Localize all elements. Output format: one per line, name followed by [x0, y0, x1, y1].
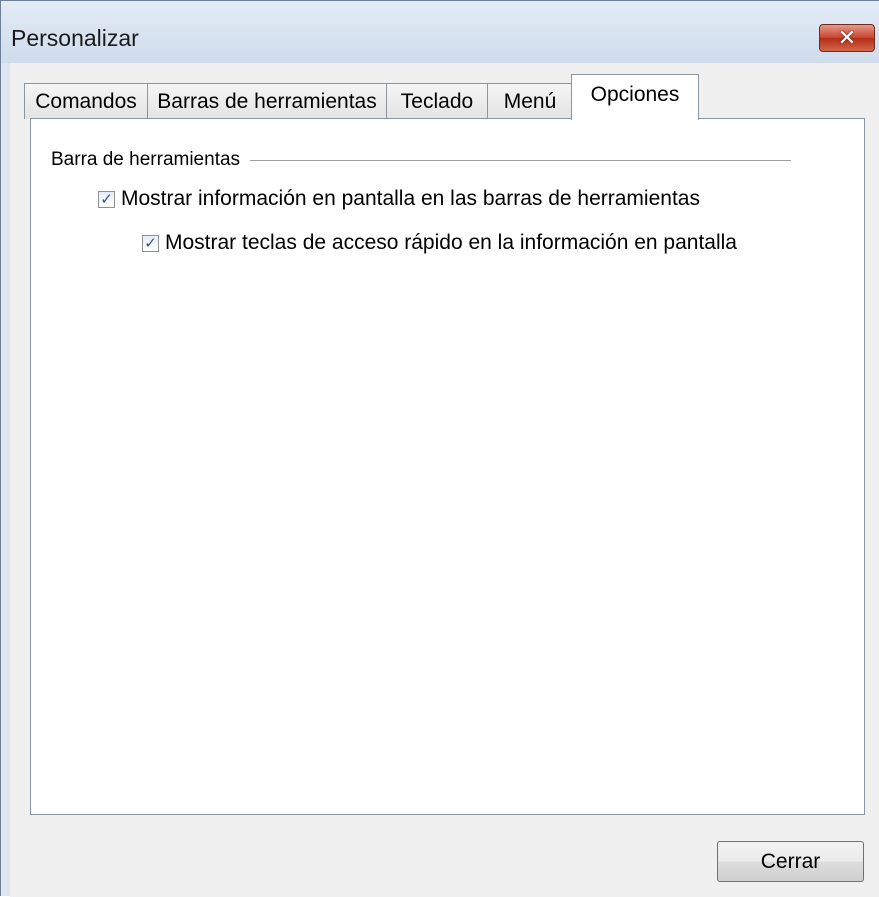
show-shortcut-keys-checkbox[interactable]: ✓	[142, 234, 159, 252]
group-title: Barra de herramientas	[51, 149, 251, 171]
tab-opciones[interactable]: Opciones	[571, 74, 699, 120]
show-tooltips-checkbox[interactable]: ✓	[98, 190, 115, 208]
show-tooltips-option[interactable]: ✓ Mostrar información en pantalla en las…	[98, 187, 700, 211]
show-shortcut-keys-option[interactable]: ✓ Mostrar teclas de acceso rápido en la …	[142, 231, 737, 255]
close-dialog-label: Cerrar	[760, 849, 821, 873]
close-button[interactable]: ✕	[819, 24, 875, 52]
checkmark-icon: ✓	[100, 190, 113, 208]
close-dialog-button[interactable]: Cerrar	[717, 841, 864, 882]
tab-barras-de-herramientas[interactable]: Barras de herramientas	[147, 83, 387, 119]
options-panel: Barra de herramientas ✓ Mostrar informac…	[30, 118, 865, 815]
tab-label: Comandos	[35, 89, 137, 113]
tab-teclado[interactable]: Teclado	[386, 83, 488, 119]
title-bar[interactable]: Personalizar ✕	[1, 1, 879, 63]
tab-label: Menú	[503, 89, 557, 113]
tab-label: Teclado	[400, 89, 474, 113]
customize-dialog: Personalizar ✕ Comandos Barras de herram…	[0, 0, 879, 897]
checkmark-icon: ✓	[144, 234, 157, 252]
show-shortcut-keys-label: Mostrar teclas de acceso rápido en la in…	[165, 231, 737, 254]
window-title: Personalizar	[11, 25, 139, 51]
tab-label: Barras de herramientas	[157, 89, 377, 113]
tab-label: Opciones	[590, 83, 680, 106]
tab-menu[interactable]: Menú	[487, 83, 573, 119]
tab-comandos[interactable]: Comandos	[24, 83, 148, 119]
close-icon: ✕	[837, 25, 857, 50]
show-tooltips-label: Mostrar información en pantalla en las b…	[121, 187, 700, 210]
